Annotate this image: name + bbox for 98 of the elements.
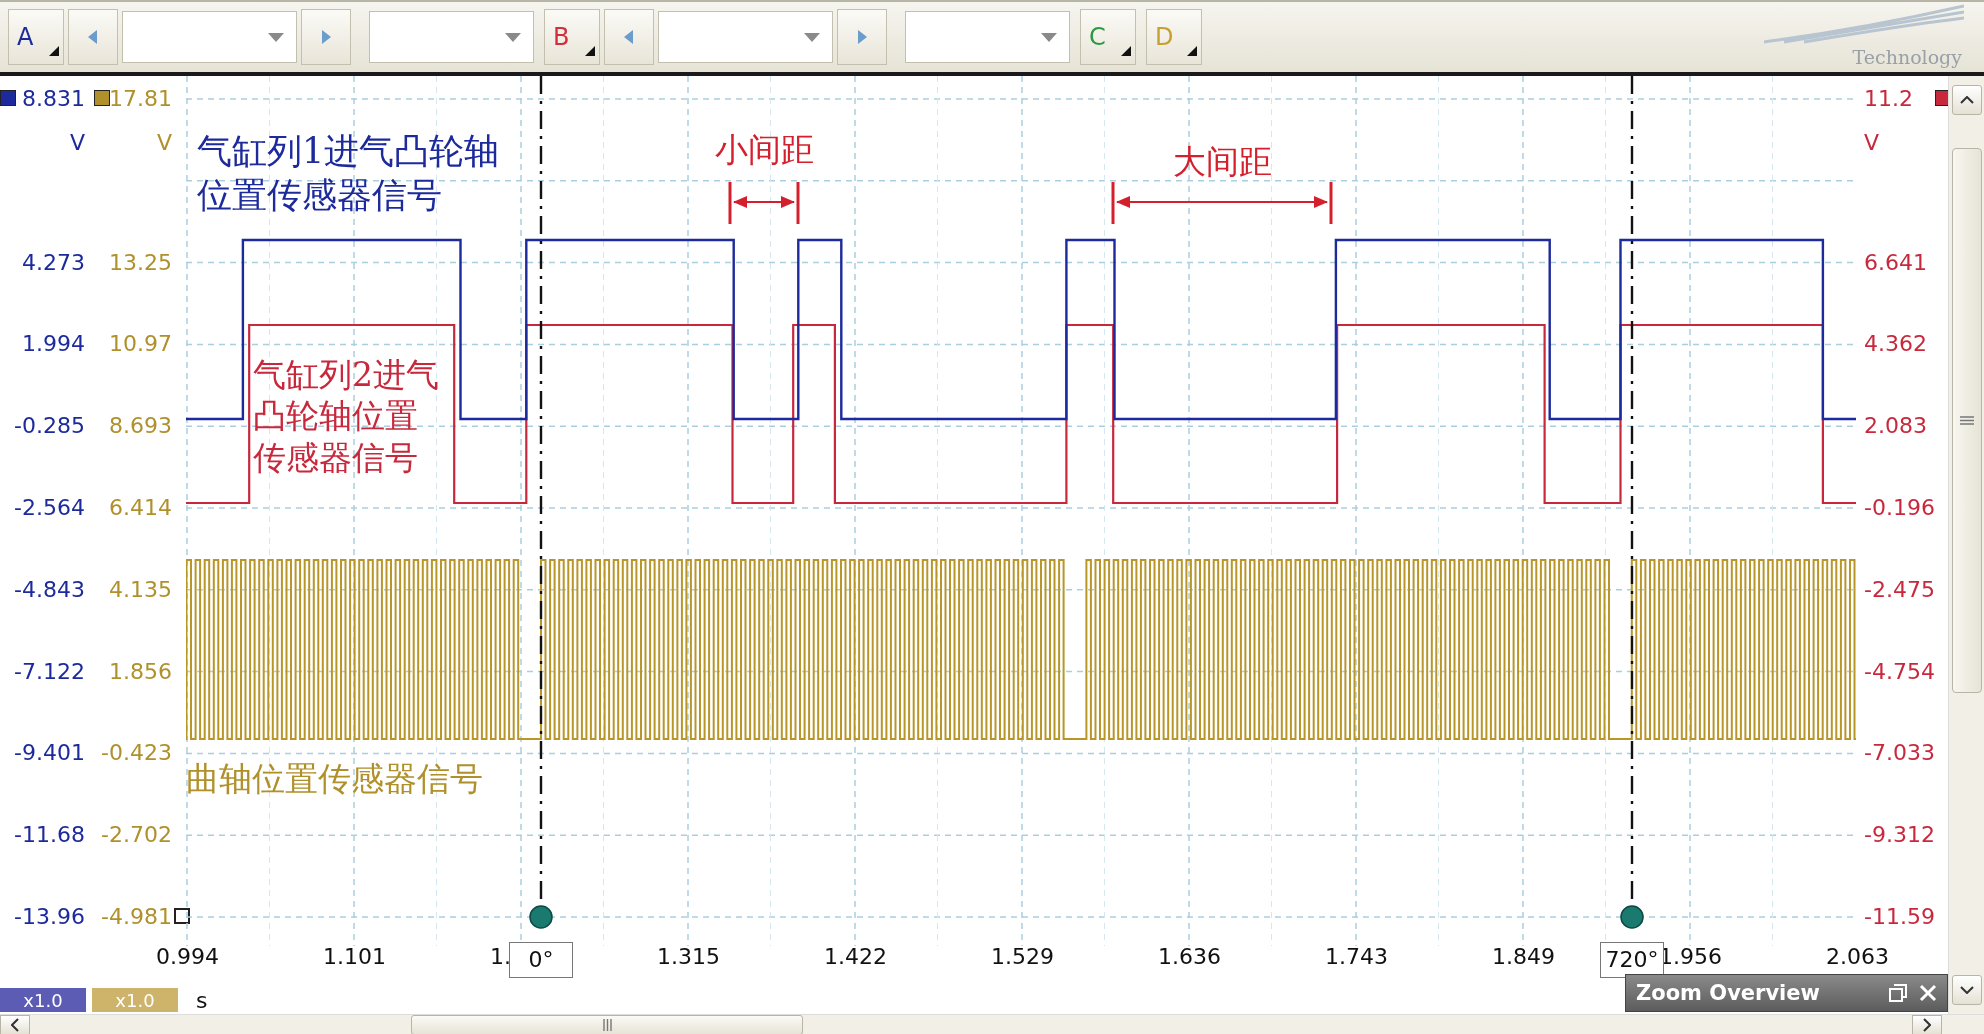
axis-tick-label: -0.196 (1864, 494, 1935, 522)
corner-triangle-icon (49, 46, 59, 56)
scroll-right-button[interactable] (1912, 1015, 1942, 1034)
signal-label: 气缸列1进气凸轮轴位置传感器信号 (197, 130, 501, 217)
axis-tick-label: -2.702 (101, 821, 172, 850)
chevron-down-icon (1960, 986, 1974, 994)
dropdown[interactable] (122, 11, 297, 63)
cursor-marker[interactable] (1620, 76, 1644, 929)
axis-tick-label: -11.59 (1864, 903, 1935, 931)
axis-tick-label: 11.2 (1864, 85, 1913, 113)
axis-tick-label: 1.529 (991, 944, 1054, 969)
axis-tick-label: 2.083 (1864, 412, 1927, 441)
left-triangle-icon (88, 30, 98, 44)
axis-tick-label: -7.033 (1864, 739, 1935, 768)
axis-tick-label: 10.97 (109, 330, 172, 359)
chevron-right-icon (1923, 1018, 1931, 1032)
axis-tick-label: 8.831 (22, 85, 85, 113)
axis-tick-label: 1. (490, 944, 511, 969)
axis-unit: V (156, 129, 172, 157)
panel-title: Zoom Overview (1636, 981, 1820, 1005)
right-triangle-icon (857, 30, 867, 44)
axis-tick-label: 4.135 (109, 575, 172, 604)
axis-tick-label: 1.856 (109, 657, 172, 686)
scroll-left-button[interactable] (0, 1015, 30, 1034)
horizontal-scrollbar[interactable] (0, 1014, 1984, 1034)
caret-icon (505, 32, 521, 42)
left-triangle-icon (624, 30, 634, 44)
gap-label: 大间距 (1172, 141, 1272, 183)
corner-triangle-icon (1187, 46, 1197, 56)
axis-tick-label: -7.122 (14, 657, 85, 686)
axis-tick-label: 6.414 (109, 494, 172, 522)
axis-tick-label: -4.754 (1864, 657, 1935, 686)
axis-tick-label: -9.401 (14, 739, 85, 768)
axis-tick-label: -0.285 (14, 412, 85, 441)
logo-text: Technology (1852, 46, 1962, 70)
previous-button[interactable] (604, 9, 654, 65)
axis-tick-label: 0.994 (156, 944, 219, 969)
scale-tag[interactable]: x1.0 (0, 988, 86, 1012)
axis-unit: V (1864, 129, 1880, 157)
logo-swoosh-icon (1764, 4, 1964, 44)
axis-tick-label: -2.564 (14, 494, 85, 522)
dropdown[interactable] (658, 11, 833, 63)
caret-icon (1041, 32, 1057, 42)
signal-label: 曲轴位置传感器信号 (186, 758, 483, 800)
dropdown[interactable] (905, 11, 1070, 63)
grip-icon (602, 1019, 612, 1031)
axis-tick-label: 1.422 (824, 944, 887, 969)
next-button[interactable] (837, 9, 887, 65)
channel-button[interactable]: B (544, 9, 600, 65)
axis-tick-label: 8.693 (109, 412, 172, 441)
dimension-arrow (728, 182, 800, 224)
caret-icon (268, 32, 284, 42)
channel-button[interactable]: A (8, 9, 64, 65)
axis-tick-label: 17.81 (109, 85, 172, 113)
axis-tick-label: -9.312 (1864, 821, 1935, 850)
axis-tick-label: 4.362 (1864, 330, 1927, 359)
axis-tick-label: 1.636 (1158, 944, 1221, 969)
axis-unit: V (69, 129, 85, 157)
right-triangle-icon (321, 30, 331, 44)
marker-icon (174, 908, 190, 924)
axis-tick-label: 13.25 (109, 248, 172, 277)
axis-tick-label: 1.994 (22, 330, 85, 359)
axis-tick-label: 2.063 (1826, 944, 1889, 969)
cursor-label: 0° (509, 942, 573, 978)
axis-tick-label: 1.101 (323, 944, 386, 969)
caret-icon (804, 32, 820, 42)
chevron-up-icon (1960, 96, 1974, 104)
axis-unit: s (196, 987, 208, 1013)
restore-icon[interactable] (1889, 984, 1907, 1002)
scroll-thumb[interactable] (411, 1015, 803, 1034)
gap-label: 小间距 (714, 129, 814, 171)
channel-button[interactable]: C (1080, 9, 1136, 65)
signal-label: 气缸列2进气凸轮轴位置传感器信号 (253, 354, 440, 478)
corner-triangle-icon (585, 46, 595, 56)
previous-button[interactable] (68, 9, 118, 65)
close-icon[interactable] (1919, 984, 1937, 1002)
axis-tick-label: -4.981 (101, 903, 172, 931)
axis-tick-label: 1.849 (1492, 944, 1555, 969)
scroll-down-button[interactable] (1952, 975, 1982, 1005)
axis-tick-label: 6.641 (1864, 248, 1927, 277)
axis-tick-label: -11.68 (14, 821, 85, 850)
axis-tick-label: 1.743 (1325, 944, 1388, 969)
axis-tick-label: -13.96 (14, 903, 85, 931)
corner-triangle-icon (1121, 46, 1131, 56)
axis-tick-label: 4.273 (22, 248, 85, 277)
vertical-scrollbar[interactable] (1948, 76, 1984, 1014)
axis-tick-label: 1.315 (657, 944, 720, 969)
next-button[interactable] (301, 9, 351, 65)
cursor-label: 720° (1600, 942, 1664, 978)
cursor-marker[interactable] (529, 76, 553, 929)
axis-tick-label: -4.843 (14, 575, 85, 604)
axis-tick-label: -0.423 (101, 739, 172, 768)
scroll-up-button[interactable] (1952, 85, 1982, 115)
axis-tick-label: -2.475 (1864, 575, 1935, 604)
grip-icon (1960, 416, 1974, 425)
scroll-thumb[interactable] (1952, 148, 1982, 693)
chevron-left-icon (11, 1018, 19, 1032)
dropdown[interactable] (369, 11, 534, 63)
